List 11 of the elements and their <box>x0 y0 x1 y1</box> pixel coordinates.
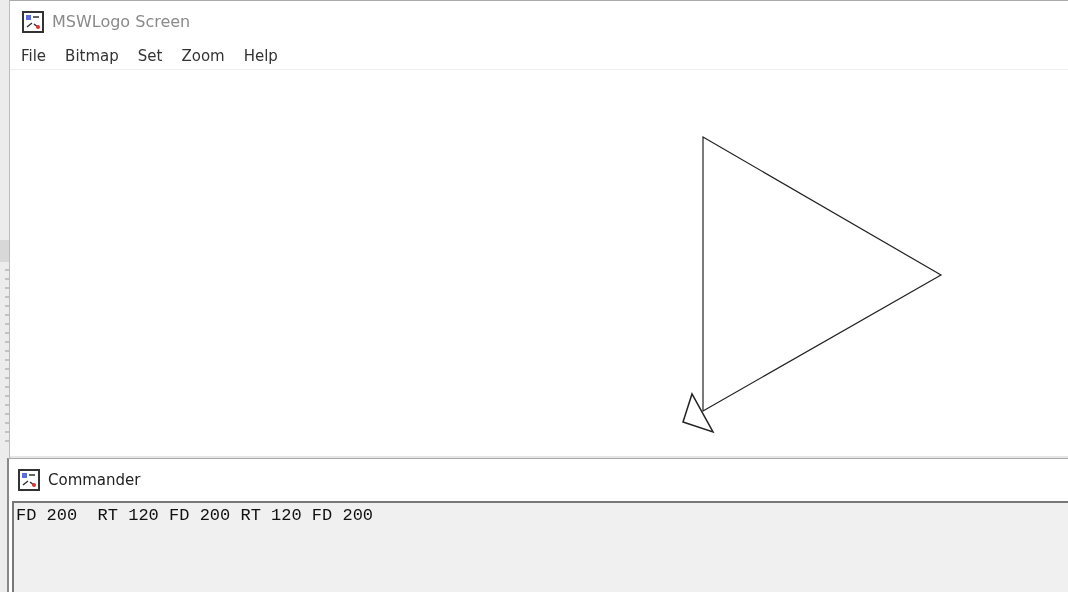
menu-item[interactable]: Bitmap <box>65 46 119 65</box>
command-input-field[interactable]: FD 200 RT 120 FD 200 RT 120 FD 200 <box>12 501 1068 592</box>
menu-item[interactable]: Set <box>137 46 163 65</box>
commander-title: Commander <box>48 471 141 489</box>
menu-item[interactable]: Zoom <box>181 46 225 65</box>
menu-item[interactable]: Help <box>243 46 278 65</box>
menu-item[interactable]: File <box>21 46 47 65</box>
app-icon <box>22 10 44 33</box>
turtle-icon <box>682 392 715 434</box>
app-icon <box>18 469 40 491</box>
window-title: MSWLogo Screen <box>52 12 191 31</box>
